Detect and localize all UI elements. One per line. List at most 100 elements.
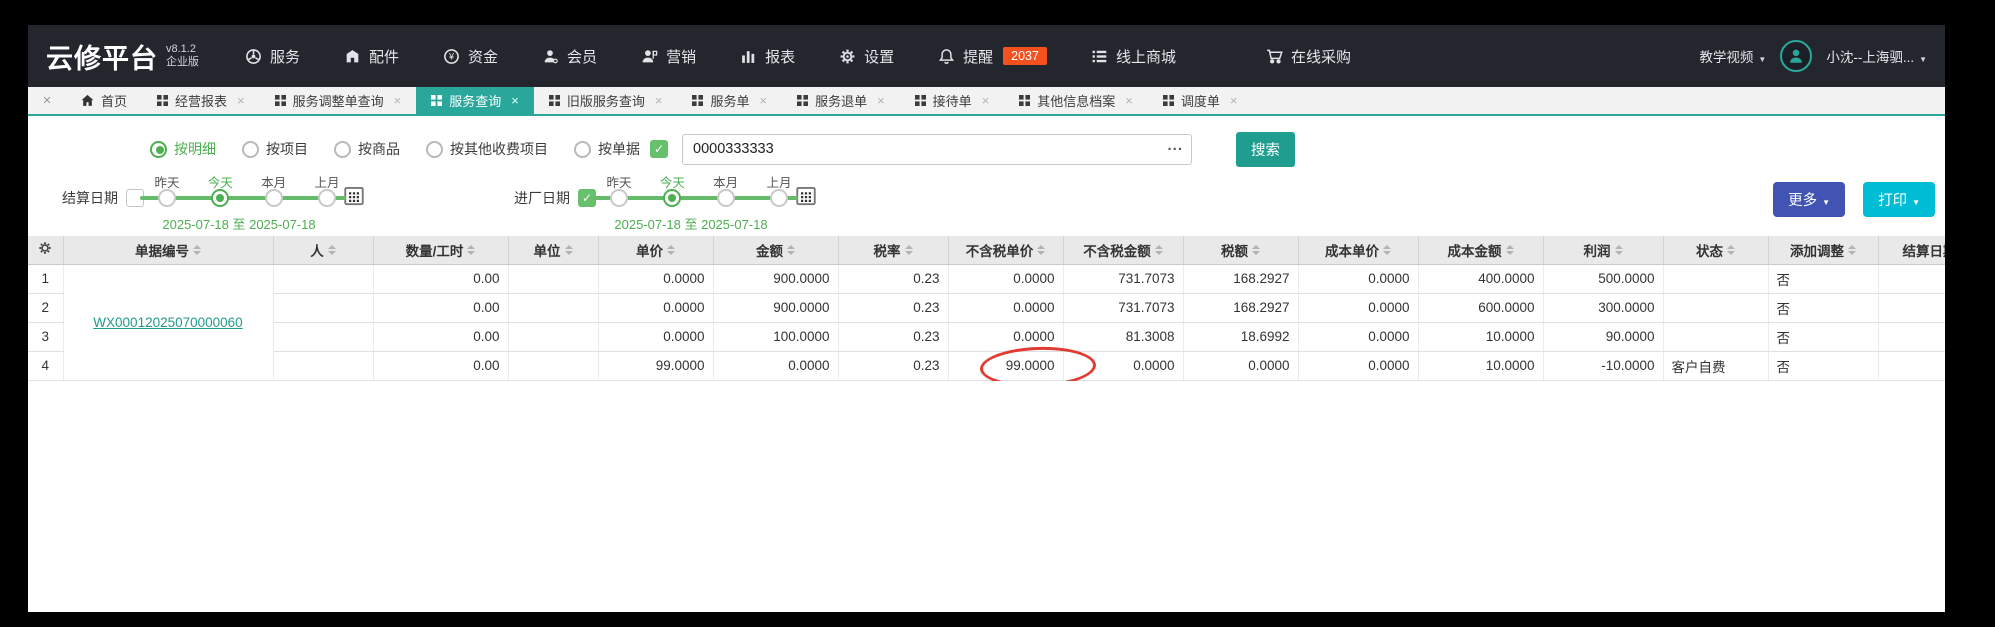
quick-stop-last-month[interactable]: 上月 [318,189,336,207]
sort-icon[interactable] [467,245,475,255]
close-icon[interactable]: × [237,93,245,108]
close-icon[interactable]: × [759,93,767,108]
tab-business-report[interactable]: 经营报表 × [142,87,260,114]
header-cost-price[interactable]: 成本单价 [1298,236,1418,264]
header-doc-no[interactable]: 单据编号 [63,236,273,264]
doc-no-link[interactable]: WX00012025070000060 [93,315,242,330]
tab-legacy-service-query[interactable]: 旧版服务查询 × [534,87,678,114]
header-add-adjust[interactable]: 添加调整 [1768,236,1878,264]
sort-icon[interactable] [1615,245,1623,255]
nav-item-reports[interactable]: 报表 [740,46,795,67]
sort-icon[interactable] [1383,245,1391,255]
header-unit-price[interactable]: 单价 [598,236,713,264]
nav-item-service[interactable]: 服务 [245,46,300,67]
header-tax[interactable]: 税额 [1183,236,1298,264]
header-profit[interactable]: 利润 [1543,236,1663,264]
nav-label: 资金 [468,46,498,67]
nav-item-marketing[interactable]: 营销 [641,46,696,67]
sort-icon[interactable] [667,245,675,255]
print-button[interactable]: 打印▼ [1863,182,1935,217]
nav-item-member[interactable]: 会员 [542,46,597,67]
avatar[interactable] [1780,40,1812,72]
quick-stop-today[interactable]: 今天 [211,189,229,207]
header-qty-hours[interactable]: 数量/工时 [373,236,508,264]
close-icon[interactable]: × [1125,93,1133,108]
sort-icon[interactable] [565,245,573,255]
search-input[interactable] [682,134,1192,165]
nav-item-online-mall[interactable]: 线上商城 [1091,46,1176,67]
header-unit[interactable]: 单位 [508,236,598,264]
sort-icon[interactable] [1506,245,1514,255]
sort-icon[interactable] [1252,245,1260,255]
radio-label: 按其他收费项目 [450,139,548,159]
quick-stop-last-month[interactable]: 上月 [770,189,788,207]
header-tax-rate[interactable]: 税率 [838,236,948,264]
cell-status [1663,293,1768,322]
quick-stop-today[interactable]: 今天 [663,189,681,207]
nav-item-parts[interactable]: 配件 [344,46,399,67]
tab-service-return[interactable]: 服务退单 × [782,87,900,114]
radio-by-other-fee[interactable]: 按其他收费项目 [426,139,548,159]
header-label: 单位 [534,240,561,260]
sort-icon[interactable] [328,245,336,255]
row-number: 4 [28,351,63,380]
cell-profit: 300.0000 [1543,293,1663,322]
cell-qty: 0.00 [373,293,508,322]
cell-amount: 100.0000 [713,322,838,351]
close-icon[interactable]: × [655,93,663,108]
document-mode-checkbox[interactable]: ✓ [650,140,668,158]
tab-other-info-archive[interactable]: 其他信息档案 × [1004,87,1148,114]
close-icon[interactable]: × [877,93,885,108]
header-status[interactable]: 状态 [1663,236,1768,264]
sort-icon[interactable] [1037,245,1045,255]
calendar-icon[interactable] [344,186,364,211]
radio-by-product[interactable]: 按商品 [334,139,400,159]
column-settings-gear[interactable] [28,236,63,264]
user-name: 小沈--上海驷... [1826,50,1914,65]
header-person[interactable]: 人 [273,236,373,264]
nav-item-online-purchase[interactable]: 在线采购 [1266,46,1351,67]
header-price-ex-tax[interactable]: 不含税单价 [948,236,1063,264]
nav-item-funds[interactable]: ¥ 资金 [443,46,498,67]
sort-icon[interactable] [193,245,201,255]
sort-icon[interactable] [1848,245,1856,255]
tab-service-adjust-query[interactable]: 服务调整单查询 × [260,87,417,114]
quick-stop-yesterday[interactable]: 昨天 [158,189,176,207]
radio-by-project[interactable]: 按项目 [242,139,308,159]
header-settle-date[interactable]: 结算日期 [1878,236,1945,264]
close-icon[interactable]: × [1230,93,1238,108]
header-cost-amount[interactable]: 成本金额 [1418,236,1543,264]
calendar-icon[interactable] [796,186,816,211]
quick-stop-yesterday[interactable]: 昨天 [610,189,628,207]
close-all-tabs-button[interactable]: × [28,87,66,114]
tab-service-order[interactable]: 服务单 × [677,87,782,114]
close-icon[interactable]: × [511,93,519,108]
header-amount-ex-tax[interactable]: 不含税金额 [1063,236,1183,264]
training-video-menu[interactable]: 教学视频▼ [1699,46,1766,66]
quick-stop-this-month[interactable]: 本月 [717,189,735,207]
tab-reception-order[interactable]: 接待单 × [900,87,1005,114]
cell-price: 0.0000 [598,322,713,351]
nav-item-reminders[interactable]: 提醒 2037 [938,46,1047,67]
radio-by-detail[interactable]: 按明细 [150,139,216,159]
radio-by-document[interactable]: 按单据 [574,139,640,159]
tab-home[interactable]: 首页 [66,87,142,114]
user-menu[interactable]: 小沈--上海驷...▼ [1826,46,1927,66]
search-button[interactable]: 搜索 [1236,132,1295,167]
sort-icon[interactable] [1727,245,1735,255]
header-label: 人 [310,240,324,260]
sort-icon[interactable] [1155,245,1163,255]
close-icon[interactable]: × [982,93,990,108]
tab-label: 调度单 [1181,91,1220,110]
nav-item-settings[interactable]: 设置 [839,46,894,67]
more-button[interactable]: 更多▼ [1773,182,1845,217]
tab-service-query-active[interactable]: 服务查询 × [416,87,534,114]
close-icon[interactable]: × [394,93,402,108]
tab-dispatch-order[interactable]: 调度单 × [1148,87,1253,114]
more-options-ellipsis[interactable]: ... [1167,137,1183,154]
sort-icon[interactable] [787,245,795,255]
header-amount[interactable]: 金额 [713,236,838,264]
reminder-count-badge[interactable]: 2037 [1003,47,1047,65]
sort-icon[interactable] [905,245,913,255]
quick-stop-this-month[interactable]: 本月 [265,189,283,207]
